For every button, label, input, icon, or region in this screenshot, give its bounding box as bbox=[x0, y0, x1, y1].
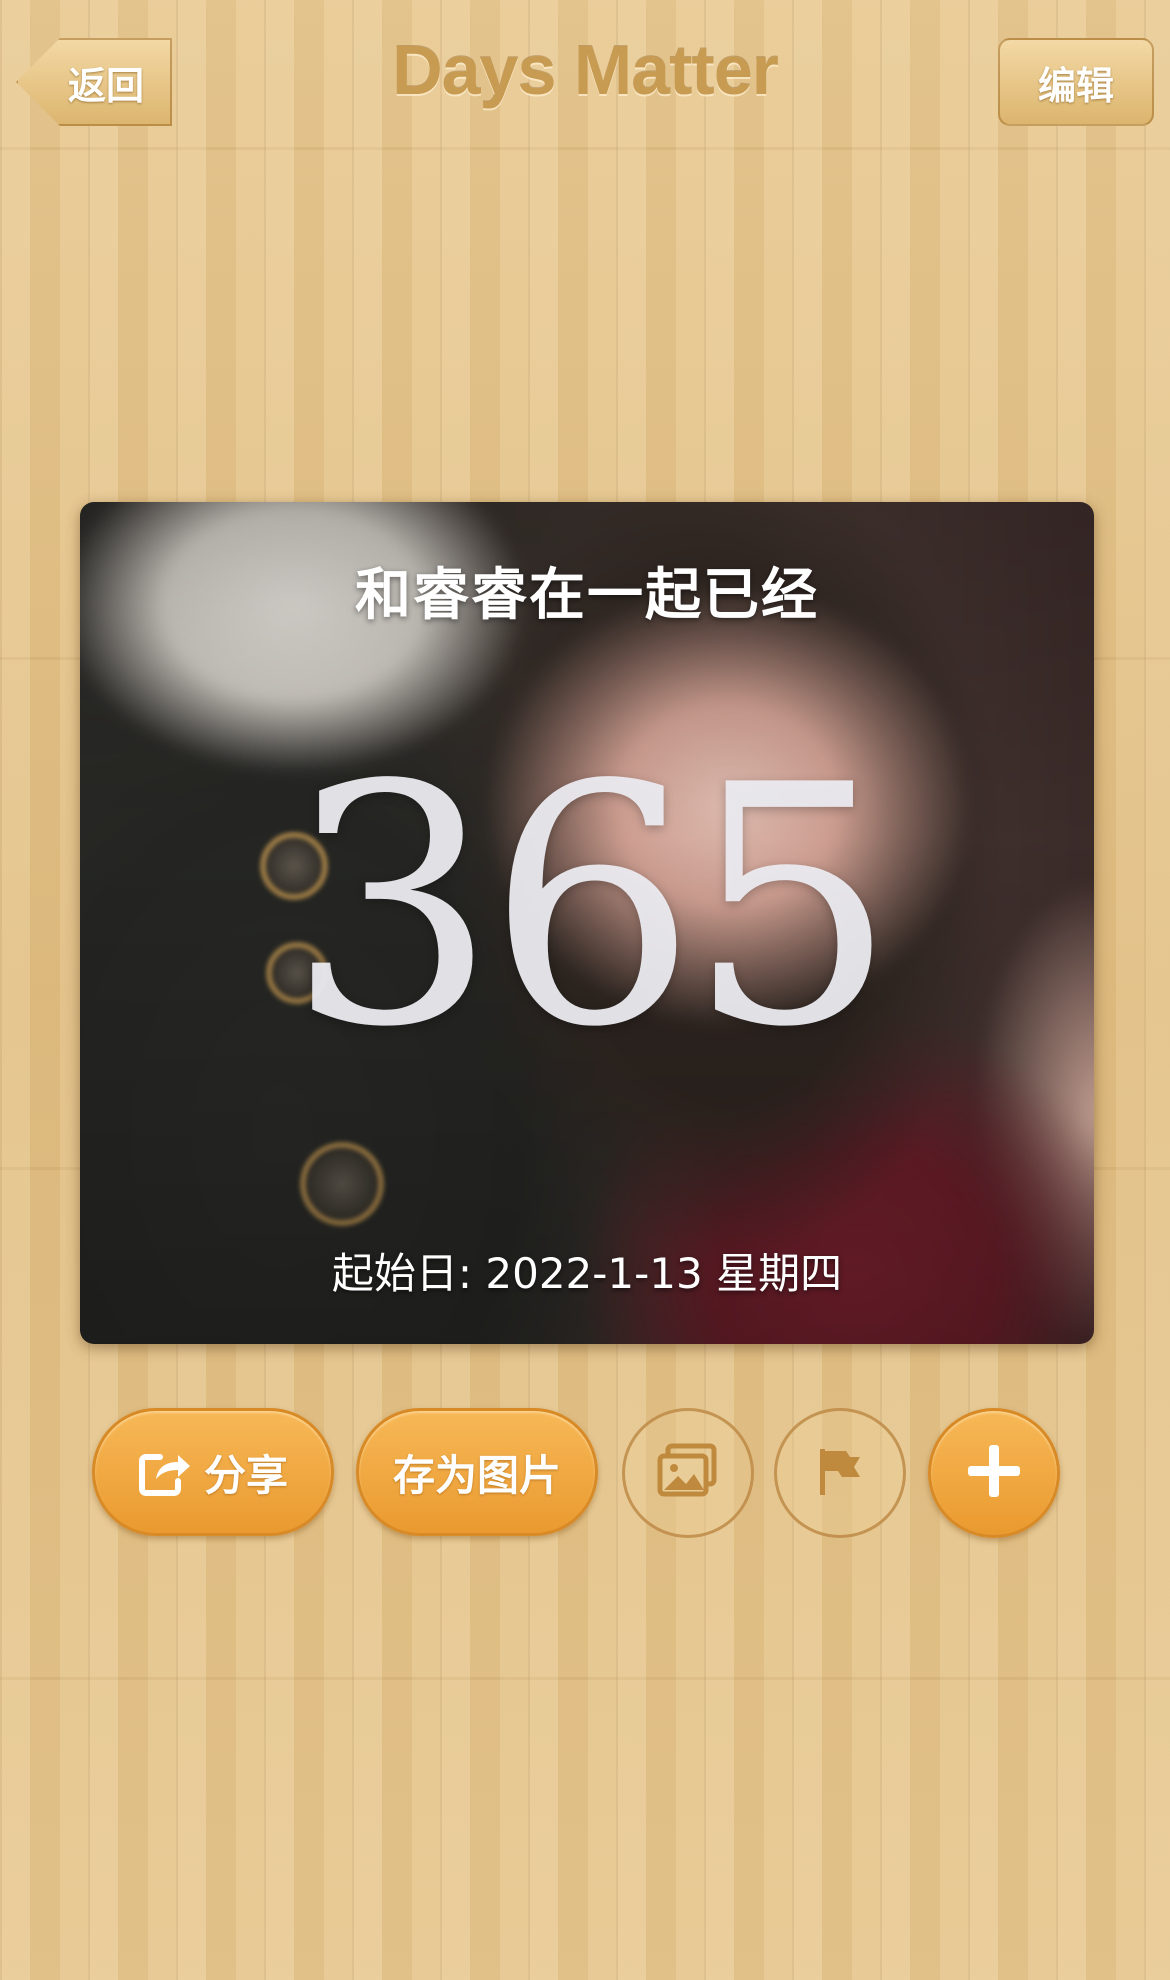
nav-bar: 返回 Days Matter 编辑 bbox=[0, 0, 1170, 170]
share-icon bbox=[138, 1447, 192, 1497]
flag-icon bbox=[812, 1443, 868, 1503]
pin-flag-button[interactable] bbox=[774, 1408, 906, 1538]
edit-button-label: 编辑 bbox=[1037, 63, 1114, 108]
counter-card[interactable]: 和睿睿在一起已经 365 起始日: 2022-1-13 星期四 bbox=[80, 502, 1094, 1344]
image-icon bbox=[656, 1442, 720, 1504]
share-label: 分享 bbox=[203, 1450, 288, 1500]
edit-button[interactable]: 编辑 bbox=[998, 38, 1154, 126]
save-image-button[interactable]: 存为图片 bbox=[356, 1408, 598, 1536]
action-bar: 分享 存为图片 bbox=[0, 1408, 1170, 1538]
page-title: Days Matter bbox=[392, 31, 779, 109]
change-background-button[interactable] bbox=[622, 1408, 754, 1538]
plus-icon bbox=[964, 1441, 1024, 1505]
day-count: 365 bbox=[287, 715, 897, 1099]
start-date: 起始日: 2022-1-13 星期四 bbox=[331, 1249, 843, 1298]
event-caption: 和睿睿在一起已经 bbox=[355, 563, 819, 628]
add-event-button[interactable] bbox=[928, 1408, 1060, 1538]
save-image-label: 存为图片 bbox=[392, 1450, 561, 1500]
share-button[interactable]: 分享 bbox=[92, 1408, 334, 1536]
